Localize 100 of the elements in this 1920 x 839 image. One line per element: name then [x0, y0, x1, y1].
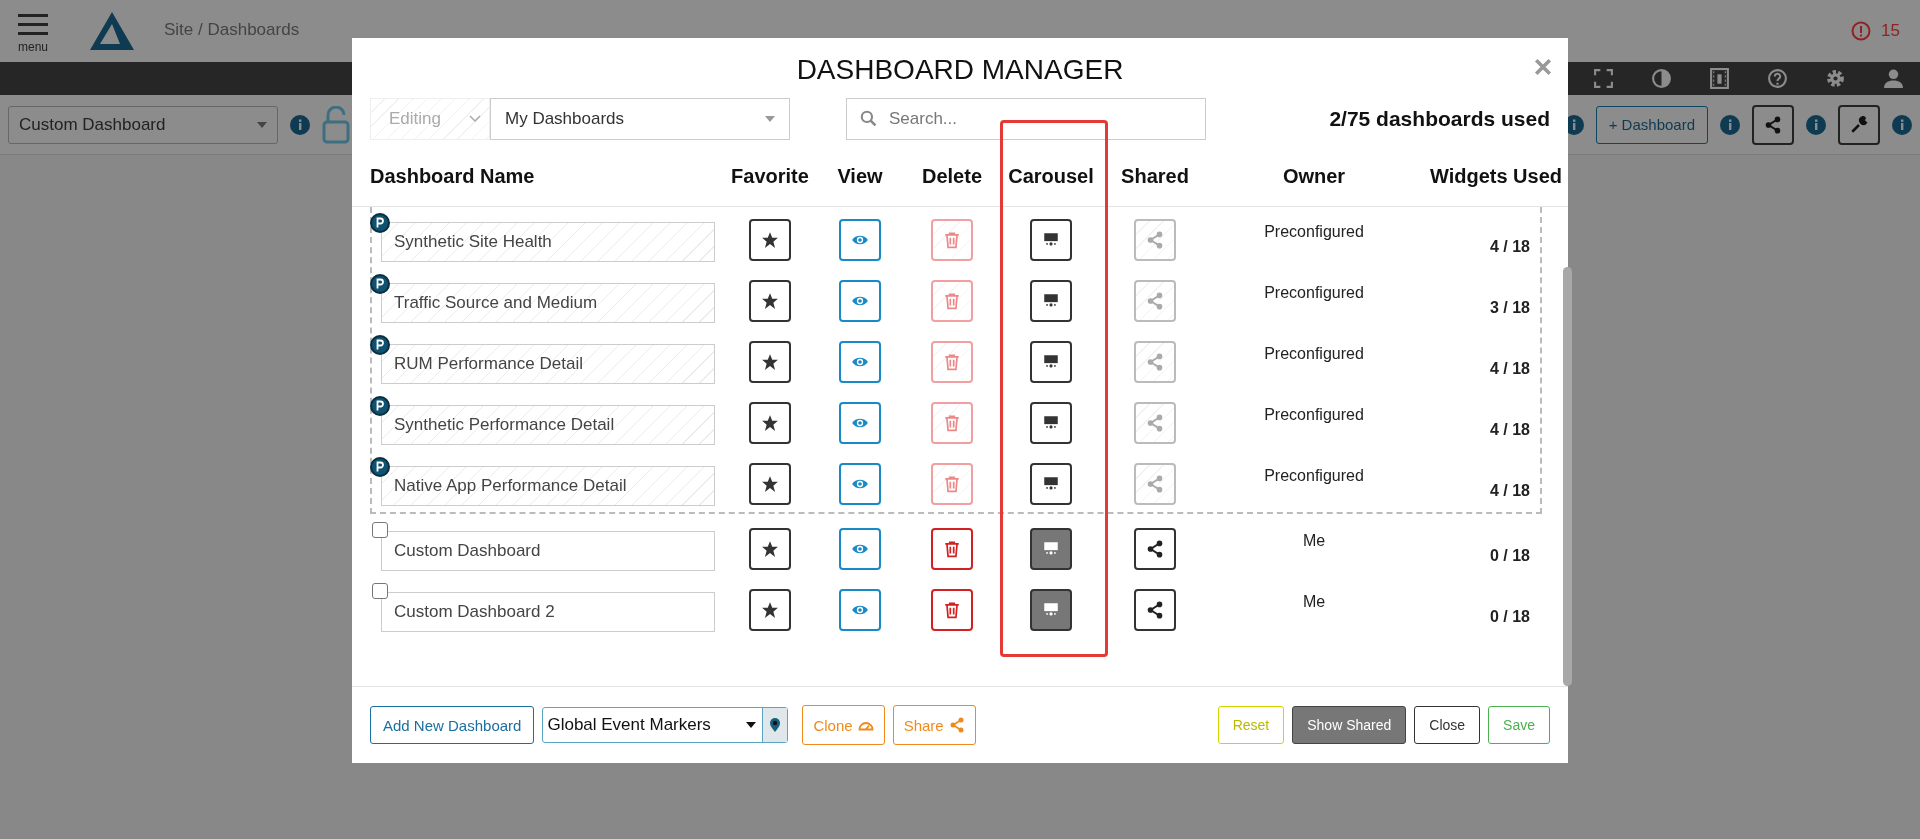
carousel-button[interactable]	[1030, 401, 1072, 444]
close-icon[interactable]	[1534, 58, 1552, 76]
favorite-button[interactable]	[749, 462, 791, 505]
star-icon	[761, 352, 779, 371]
name-field[interactable]: Synthetic Site Health	[381, 222, 715, 262]
caret-icon	[257, 121, 267, 128]
add-dashboard-button[interactable]: + Dashboard	[1595, 105, 1708, 144]
name-field[interactable]: Custom Dashboard 2	[381, 592, 715, 632]
favorite-button[interactable]	[749, 401, 791, 444]
trash-icon	[943, 413, 961, 432]
carousel-button[interactable]	[1030, 340, 1072, 383]
help-icon[interactable]	[1767, 68, 1788, 89]
share-button[interactable]	[1134, 527, 1176, 570]
star-icon	[761, 230, 779, 249]
star-icon	[761, 539, 779, 558]
scrollbar-thumb[interactable]	[1563, 267, 1572, 686]
menu-icon[interactable]	[18, 14, 48, 36]
trash-icon	[943, 539, 961, 558]
trash-icon	[943, 474, 961, 493]
view-button[interactable]	[839, 279, 881, 322]
delete-button[interactable]	[931, 588, 973, 631]
name-field[interactable]: Native App Performance Detail	[381, 466, 715, 506]
favorite-button[interactable]	[749, 340, 791, 383]
dashboard-select[interactable]: Custom Dashboard	[8, 105, 278, 144]
favorite-button[interactable]	[749, 527, 791, 570]
trash-icon	[943, 352, 961, 371]
delete-button[interactable]	[931, 218, 973, 261]
preconfigured-badge-icon	[370, 213, 390, 233]
close-button[interactable]: Close	[1414, 706, 1481, 744]
menu-label: menu	[18, 40, 48, 54]
favorite-button[interactable]	[749, 588, 791, 631]
owner-text: Preconfigured	[1264, 345, 1364, 364]
breadcrumb: Site / Dashboards	[164, 20, 300, 40]
widgets-count: 0 / 18	[1489, 546, 1530, 565]
view-button[interactable]	[839, 527, 881, 570]
column-header: Widgets Used	[1428, 164, 1562, 188]
star-icon	[761, 291, 779, 310]
owner-text: Preconfigured	[1264, 467, 1364, 486]
contrast-icon[interactable]	[1651, 68, 1672, 89]
carousel-button[interactable]	[1030, 462, 1072, 505]
column-header: View	[836, 164, 884, 188]
view-button[interactable]	[839, 588, 881, 631]
carousel-button[interactable]	[1030, 527, 1072, 570]
delete-button[interactable]	[931, 462, 973, 505]
name-field[interactable]: Traffic Source and Medium	[381, 283, 715, 323]
widgets-count: 4 / 18	[1489, 481, 1530, 500]
delete-button[interactable]	[931, 401, 973, 444]
name-field[interactable]: Synthetic Performance Detail	[381, 405, 715, 445]
caret-icon	[746, 722, 757, 728]
view-button[interactable]	[839, 401, 881, 444]
add-dashboard-button[interactable]: Add New Dashboard	[370, 706, 535, 744]
show-shared-button[interactable]: Show Shared	[1292, 706, 1407, 744]
favorite-button[interactable]	[749, 279, 791, 322]
alert-icon[interactable]	[1851, 21, 1872, 41]
logo-icon	[90, 12, 134, 50]
share-icon	[1146, 352, 1164, 371]
owner-text: Preconfigured	[1264, 284, 1364, 303]
caret-icon	[765, 116, 775, 122]
column-header: Favorite	[730, 164, 810, 188]
film-icon[interactable]	[1709, 68, 1730, 89]
column-header: Shared	[1120, 164, 1190, 188]
wrench-button[interactable]	[1838, 104, 1880, 145]
delete-button[interactable]	[931, 527, 973, 570]
share-icon	[1146, 539, 1164, 558]
name-field[interactable]: RUM Performance Detail	[381, 344, 715, 384]
share-icon	[1146, 230, 1164, 249]
delete-button[interactable]	[931, 340, 973, 383]
share-icon	[1146, 413, 1164, 432]
view-button[interactable]	[839, 218, 881, 261]
preconfigured-badge-icon	[370, 274, 390, 294]
column-header: Owner	[1281, 164, 1347, 188]
column-header: Dashboard Name	[370, 164, 536, 188]
user-icon[interactable]	[1883, 68, 1904, 89]
settings-icon[interactable]	[1825, 68, 1846, 89]
row-checkbox[interactable]	[372, 522, 388, 538]
trash-icon	[943, 291, 961, 310]
alert-count: 15	[1881, 21, 1900, 41]
share-icon	[1764, 115, 1782, 134]
share-icon	[1146, 291, 1164, 310]
favorite-button[interactable]	[749, 218, 791, 261]
row-checkbox[interactable]	[372, 583, 388, 599]
widgets-count: 3 / 18	[1489, 298, 1530, 317]
share-button[interactable]	[1752, 104, 1794, 145]
marker-select[interactable]: Global Event Markers	[542, 707, 789, 743]
fullscreen-icon[interactable]	[1593, 68, 1614, 89]
delete-button[interactable]	[931, 279, 973, 322]
share-button[interactable]	[1134, 588, 1176, 631]
filter-select[interactable]: My Dashboards	[490, 98, 790, 140]
carousel-button[interactable]	[1030, 588, 1072, 631]
share-icon	[1146, 474, 1164, 493]
carousel-button[interactable]	[1030, 218, 1072, 261]
map-pin-icon[interactable]	[769, 717, 782, 733]
search-field[interactable]: Search...	[846, 98, 1206, 140]
widgets-count: 0 / 18	[1489, 607, 1530, 626]
carousel-button[interactable]	[1030, 279, 1072, 322]
view-button[interactable]	[839, 340, 881, 383]
name-field[interactable]: Custom Dashboard	[381, 531, 715, 571]
trash-icon	[943, 230, 961, 249]
preconfigured-badge-icon	[370, 457, 390, 477]
view-button[interactable]	[839, 462, 881, 505]
